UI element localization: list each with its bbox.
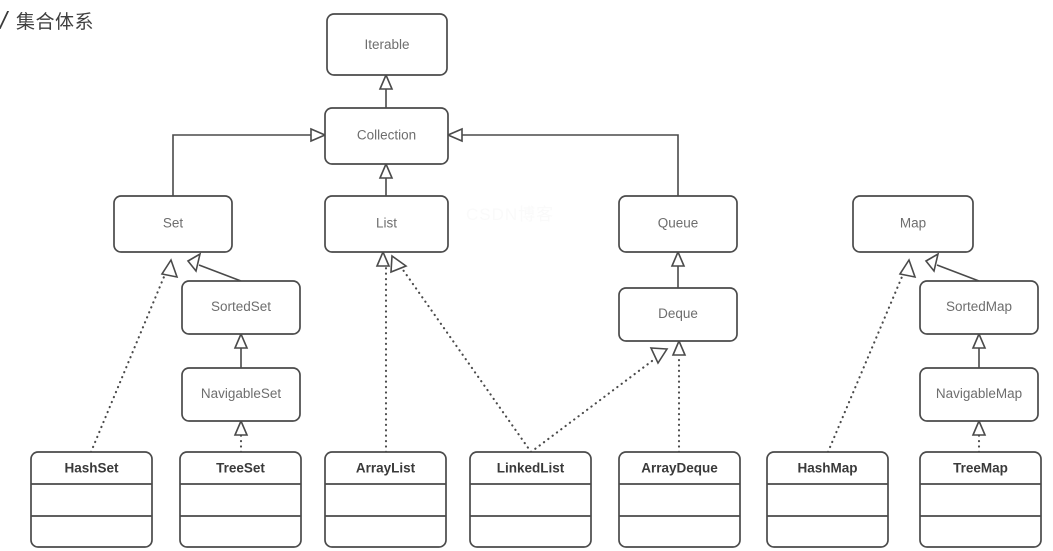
node-label: Queue xyxy=(658,216,699,231)
edge-deque-to-queue xyxy=(670,249,686,288)
edge-sortedmap-to-map xyxy=(924,252,980,282)
node-set[interactable]: Set xyxy=(113,195,233,253)
edge-sortedset-to-set xyxy=(186,252,242,282)
node-deque[interactable]: Deque xyxy=(618,287,738,342)
edge-arraydeque-to-deque xyxy=(671,338,687,454)
node-sortedset[interactable]: SortedSet xyxy=(181,280,301,335)
node-label: Deque xyxy=(658,306,698,321)
generalization-arrowhead xyxy=(233,331,249,349)
diagram-canvas: / 集合体系 CSDN博客 Iterable Collection Set Li… xyxy=(0,0,1053,551)
node-label: SortedSet xyxy=(211,299,271,314)
node-list[interactable]: List xyxy=(324,195,449,253)
realization-arrowhead xyxy=(160,258,179,279)
generalization-arrowhead xyxy=(670,249,686,267)
node-label: NavigableSet xyxy=(201,386,282,401)
generalization-arrowhead xyxy=(924,252,940,273)
node-iterable[interactable]: Iterable xyxy=(326,13,448,76)
node-treeset[interactable]: TreeSet xyxy=(179,451,302,548)
node-linkedlist[interactable]: LinkedList xyxy=(469,451,592,548)
node-arraydeque[interactable]: ArrayDeque xyxy=(618,451,741,548)
generalization-arrowhead xyxy=(378,72,394,90)
edge-set-to-collection xyxy=(172,127,328,196)
edge-treeset-to-navigableset xyxy=(233,418,249,454)
realization-arrowhead xyxy=(233,418,249,436)
node-label: ArrayDeque xyxy=(641,461,718,476)
class-layer: HashSet TreeSet ArrayList LinkedList Arr… xyxy=(30,451,1042,548)
edge-linkedlist-to-deque xyxy=(529,347,669,454)
realization-arrowhead xyxy=(671,338,687,356)
edge-list-to-collection xyxy=(378,161,394,196)
edge-queue-to-collection xyxy=(445,127,679,196)
node-label: Set xyxy=(163,216,184,231)
node-label: Iterable xyxy=(364,37,409,52)
realization-arrowhead xyxy=(971,418,987,436)
node-navigablemap[interactable]: NavigableMap xyxy=(919,367,1039,422)
edge-navigableset-to-sortedset xyxy=(233,331,249,368)
generalization-arrowhead xyxy=(971,331,987,349)
edge-linkedlist-to-list xyxy=(390,254,533,454)
node-map[interactable]: Map xyxy=(852,195,974,253)
node-hashset[interactable]: HashSet xyxy=(30,451,153,548)
generalization-arrowhead xyxy=(186,252,202,273)
node-label: HashMap xyxy=(797,461,857,476)
node-label: SortedMap xyxy=(946,299,1012,314)
realization-arrowhead xyxy=(390,254,408,274)
edge-treemap-to-navigablemap xyxy=(971,418,987,454)
node-label: ArrayList xyxy=(356,461,416,476)
generalization-arrowhead xyxy=(310,127,328,143)
realization-arrowhead xyxy=(898,258,917,279)
node-arraylist[interactable]: ArrayList xyxy=(324,451,447,548)
uml-class-diagram: Iterable Collection Set List Queue Map S… xyxy=(30,13,1042,548)
edge-navigablemap-to-sortedmap xyxy=(971,331,987,368)
realization-arrowhead xyxy=(375,249,391,267)
node-hashmap[interactable]: HashMap xyxy=(766,451,889,548)
edge-arraylist-to-list xyxy=(375,249,391,454)
node-label: Map xyxy=(900,216,926,231)
node-label: TreeSet xyxy=(216,461,265,476)
node-label: TreeMap xyxy=(953,461,1008,476)
node-queue[interactable]: Queue xyxy=(618,195,738,253)
interface-layer: Iterable Collection Set List Queue Map S… xyxy=(113,13,1039,422)
edge-hashset-to-set xyxy=(89,258,179,454)
generalization-arrowhead xyxy=(378,161,394,179)
node-treemap[interactable]: TreeMap xyxy=(919,451,1042,548)
node-label: HashSet xyxy=(64,461,119,476)
realization-arrowhead xyxy=(649,347,669,365)
edge-hashmap-to-map xyxy=(826,258,917,454)
node-collection[interactable]: Collection xyxy=(324,107,449,165)
node-label: List xyxy=(376,216,397,231)
node-label: NavigableMap xyxy=(936,386,1022,401)
node-label: LinkedList xyxy=(497,461,565,476)
generalization-arrowhead xyxy=(445,127,463,143)
node-label: Collection xyxy=(357,128,416,143)
node-navigableset[interactable]: NavigableSet xyxy=(181,367,301,422)
node-sortedmap[interactable]: SortedMap xyxy=(919,280,1039,335)
edge-collection-to-iterable xyxy=(378,72,394,108)
